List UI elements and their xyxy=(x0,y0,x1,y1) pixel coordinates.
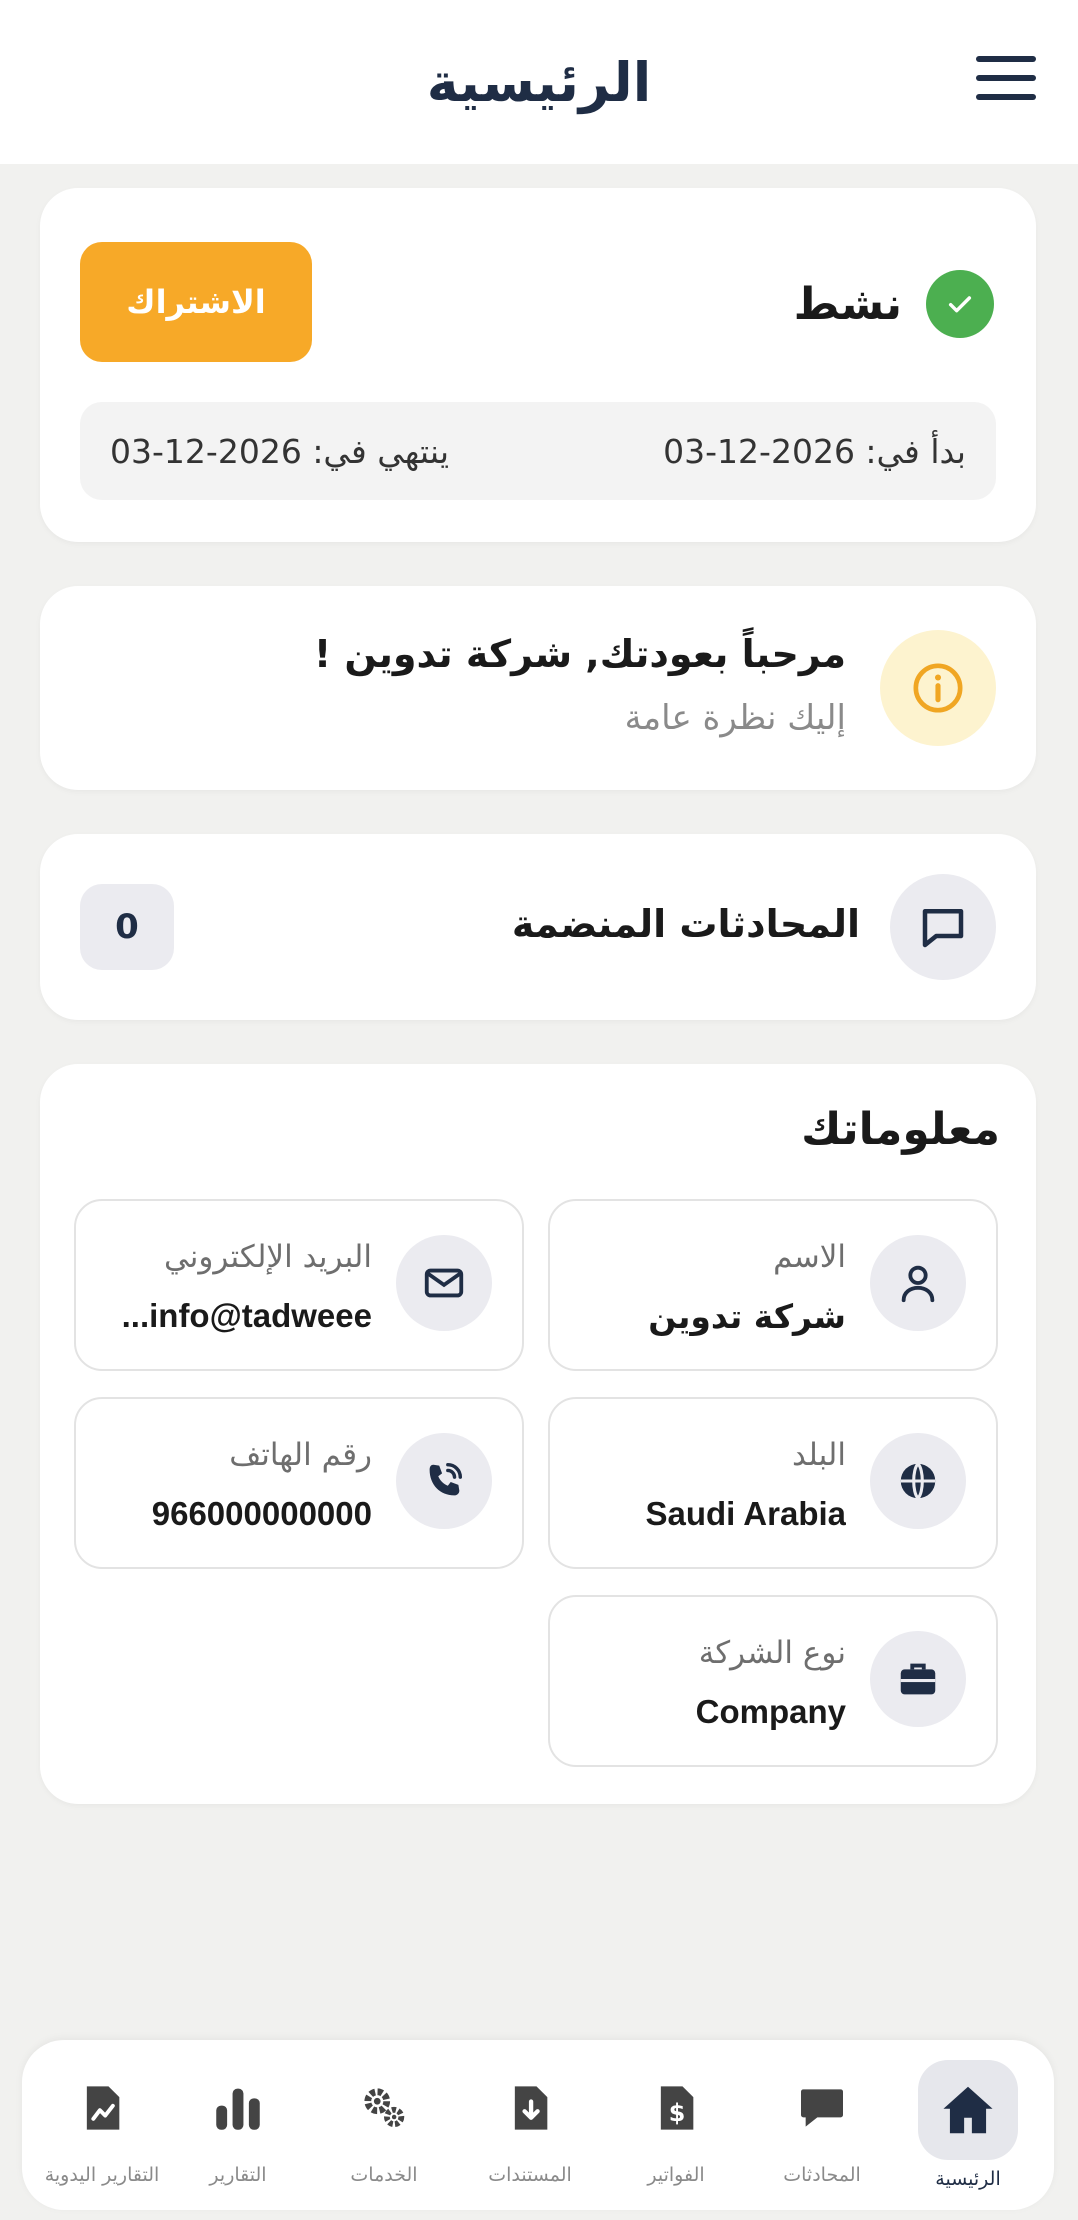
info-icon xyxy=(880,630,996,746)
phone-icon xyxy=(396,1433,492,1529)
gears-icon xyxy=(336,2060,432,2156)
nav-documents[interactable]: المستندات xyxy=(460,2040,600,2210)
nav-label-manual-reports: التقارير اليدوية xyxy=(44,2164,160,2186)
info-section-title: معلوماتك xyxy=(801,1104,1000,1155)
nav-invoices[interactable]: $ الفواتير xyxy=(606,2040,746,2210)
envelope-icon xyxy=(396,1235,492,1331)
user-icon xyxy=(870,1235,966,1331)
nav-label-conversations: المحادثات xyxy=(783,2164,861,2186)
phone-field: رقم الهاتف 966000000000 xyxy=(74,1397,524,1569)
briefcase-icon xyxy=(870,1631,966,1727)
email-label: البريد الإلكتروني xyxy=(163,1239,372,1275)
bar-chart-icon xyxy=(190,2060,286,2156)
country-value: Saudi Arabia xyxy=(645,1495,847,1532)
subscription-status: نشط xyxy=(794,270,994,338)
svg-text:$: $ xyxy=(669,2099,686,2127)
nav-manual-reports[interactable]: التقارير اليدوية xyxy=(32,2040,172,2210)
welcome-title: مرحباً بعودتك, شركة تدوين ! xyxy=(313,632,846,676)
name-field: الاسم شركة تدوين xyxy=(548,1199,998,1371)
start-date: بدأ في: 2026-12-03 xyxy=(663,431,966,471)
nav-label-documents: المستندات xyxy=(488,2164,572,2186)
conversations-count-badge: 0 xyxy=(80,884,174,970)
phone-value: 966000000000 xyxy=(151,1495,372,1532)
company-type-label: نوع الشركة xyxy=(698,1635,846,1671)
chat-icon xyxy=(890,874,996,980)
welcome-subtitle: إليك نظرة عامة xyxy=(624,698,846,738)
email-value: ...info@tadweee xyxy=(121,1297,372,1334)
subscribe-button[interactable]: الاشتراك xyxy=(80,242,312,362)
nav-conversations[interactable]: المحادثات xyxy=(752,2040,892,2210)
company-type-field: نوع الشركة Company xyxy=(548,1595,998,1767)
check-icon xyxy=(926,270,994,338)
menu-line xyxy=(976,75,1036,81)
email-field: البريد الإلكتروني ...info@tadweee xyxy=(74,1199,524,1371)
end-date: ينتهي في: 2026-12-03 xyxy=(110,431,450,471)
bottom-navigation: الرئيسية المحادثات $ الفواتير المستندات … xyxy=(22,2040,1054,2210)
chat-bubble-icon xyxy=(774,2060,870,2156)
page-title: الرئيسية xyxy=(426,50,652,114)
document-download-icon xyxy=(482,2060,578,2156)
name-value: شركة تدوين xyxy=(648,1297,846,1336)
app-header: الرئيسية xyxy=(0,0,1078,164)
nav-label-services: الخدمات xyxy=(350,2164,418,2186)
country-label: البلد xyxy=(792,1437,846,1473)
invoice-icon: $ xyxy=(628,2060,724,2156)
nav-label-reports: التقارير xyxy=(209,2164,267,2186)
nav-home[interactable]: الرئيسية xyxy=(898,2040,1038,2210)
hamburger-menu-icon[interactable] xyxy=(976,56,1036,100)
conversations-title: المحادثات المنضمة xyxy=(511,902,860,946)
nav-label-home: الرئيسية xyxy=(935,2168,1001,2190)
status-label: نشط xyxy=(793,278,902,330)
nav-label-invoices: الفواتير xyxy=(647,2164,705,2186)
subscription-card: نشط الاشتراك بدأ في: 2026-12-03 ينتهي في… xyxy=(40,188,1036,542)
subscription-dates: بدأ في: 2026-12-03 ينتهي في: 2026-12-03 xyxy=(80,402,996,500)
welcome-card: مرحباً بعودتك, شركة تدوين ! إليك نظرة عا… xyxy=(40,586,1036,790)
menu-line xyxy=(976,94,1036,100)
name-label: الاسم xyxy=(773,1239,846,1275)
company-type-value: Company xyxy=(695,1693,846,1730)
nav-reports[interactable]: التقارير xyxy=(168,2040,308,2210)
joined-conversations-card[interactable]: المحادثات المنضمة 0 xyxy=(40,834,1036,1020)
country-field: البلد Saudi Arabia xyxy=(548,1397,998,1569)
phone-label: رقم الهاتف xyxy=(229,1437,372,1473)
globe-icon xyxy=(870,1433,966,1529)
your-info-card: معلوماتك الاسم شركة تدوين البريد الإلكتر… xyxy=(40,1064,1036,1804)
file-chart-icon xyxy=(54,2060,150,2156)
menu-line xyxy=(976,56,1036,62)
home-icon xyxy=(918,2060,1018,2160)
nav-services[interactable]: الخدمات xyxy=(314,2040,454,2210)
